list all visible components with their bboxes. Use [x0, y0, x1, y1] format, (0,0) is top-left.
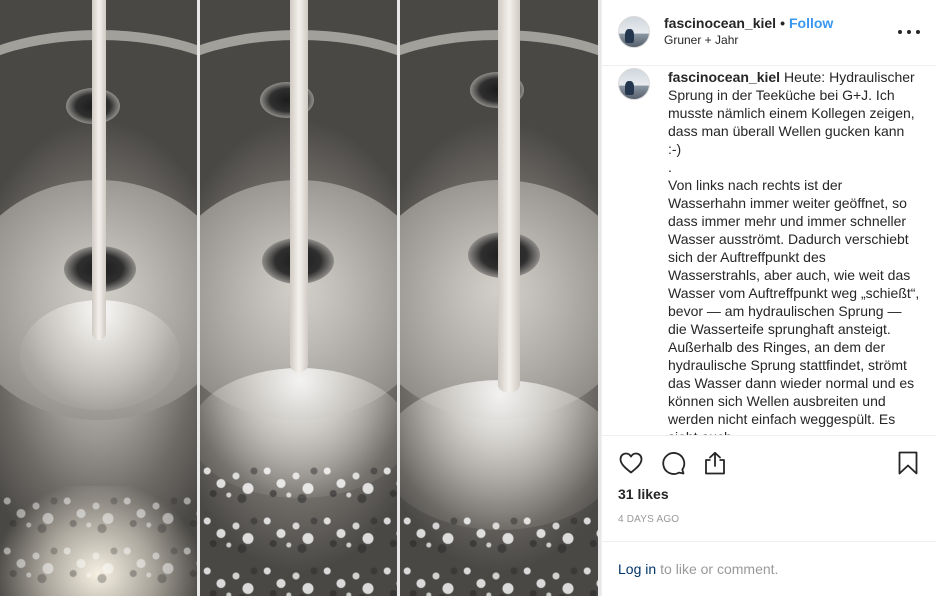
post-header: fascinocean_kiel • Follow Gruner + Jahr: [602, 0, 936, 66]
instagram-post: fascinocean_kiel • Follow Gruner + Jahr fa…: [0, 0, 936, 596]
share-icon[interactable]: [702, 450, 728, 476]
login-link[interactable]: Log in: [618, 561, 656, 577]
caption: fascinocean_kiel Heute: Hydraulischer Sp…: [618, 67, 920, 435]
photo-panel-left: [0, 0, 197, 596]
avatar[interactable]: [618, 67, 650, 100]
login-prompt: Log in to like or comment.: [602, 541, 936, 596]
water-stream: [498, 0, 520, 392]
bookmark-icon[interactable]: [896, 450, 920, 476]
water-stream: [92, 0, 106, 340]
separator-dot: •: [780, 15, 785, 32]
action-icons: [618, 448, 920, 478]
comments-section[interactable]: fascinocean_kiel Heute: Hydraulischer Sp…: [602, 66, 936, 435]
caption-text: Heute: Hydraulischer Sprung in der Teekü…: [668, 68, 920, 435]
photo-panel-middle: [200, 0, 397, 596]
post-sidebar: fascinocean_kiel • Follow Gruner + Jahr fa…: [601, 0, 936, 596]
caption-username[interactable]: fascinocean_kiel: [668, 69, 780, 85]
heart-icon[interactable]: [618, 450, 644, 476]
post-actions: 31 likes 4 DAYS AGO Log in to like or co…: [602, 435, 936, 596]
login-prompt-text: to like or comment.: [660, 561, 779, 577]
follow-button[interactable]: Follow: [789, 15, 833, 31]
more-options-icon[interactable]: [898, 22, 920, 42]
location-link[interactable]: Gruner + Jahr: [664, 32, 833, 49]
photo-panel-right: [400, 0, 598, 596]
comment-icon[interactable]: [660, 450, 686, 476]
username-link[interactable]: fascinocean_kiel: [664, 15, 776, 31]
avatar[interactable]: [618, 16, 650, 49]
post-timestamp[interactable]: 4 DAYS AGO: [618, 514, 920, 525]
likes-count[interactable]: 31 likes: [618, 486, 920, 502]
post-photo[interactable]: [0, 0, 601, 596]
water-stream: [290, 0, 308, 372]
